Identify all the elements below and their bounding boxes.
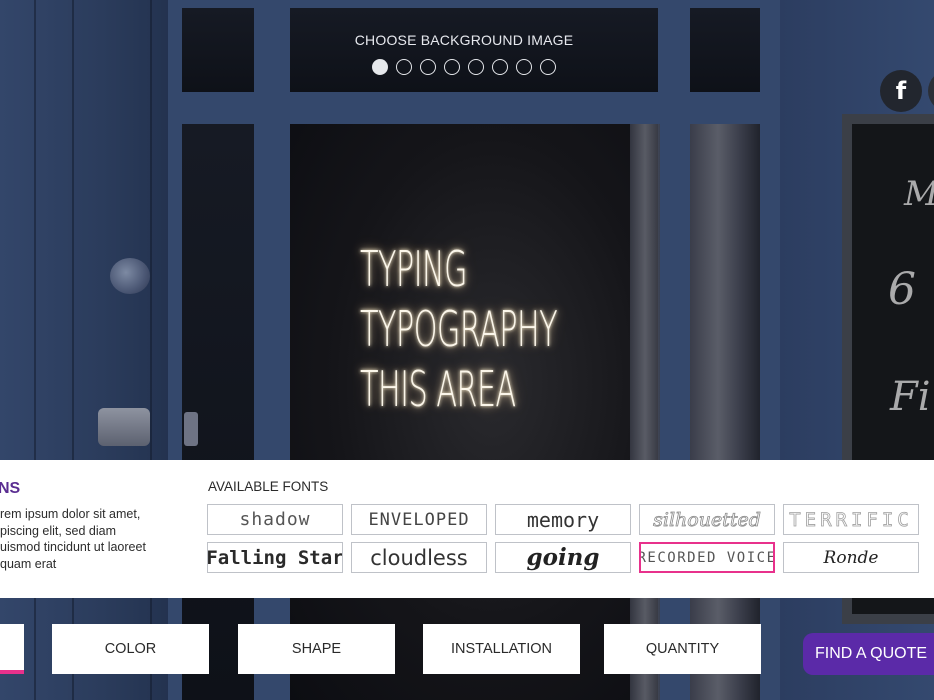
font-option-going[interactable]: going <box>495 542 631 573</box>
font-label: RECORDED VOICE <box>639 549 775 566</box>
description-line: piscing elit, sed diam <box>0 523 117 538</box>
font-label: going <box>526 544 600 571</box>
preview-line: TYPOGRAPHY <box>360 301 558 358</box>
chalkboard-text: Fi <box>890 374 931 420</box>
font-option-recorded-voice[interactable]: RECORDED VOICE <box>639 542 775 573</box>
font-option-cloudless[interactable]: cloudless <box>351 542 487 573</box>
background-option-dot[interactable] <box>516 59 532 75</box>
fonts-panel: NS rem ipsum dolor sit amet, piscing eli… <box>0 460 934 598</box>
background-option-dot[interactable] <box>420 59 436 75</box>
tab-installation[interactable]: INSTALLATION <box>423 624 580 674</box>
available-fonts-title: AVAILABLE FONTS <box>208 479 329 494</box>
font-option-terrific[interactable]: TERRIFIC <box>783 504 919 535</box>
font-label: silhouetted <box>653 508 762 531</box>
door-knob <box>110 258 150 294</box>
font-option-enveloped[interactable]: ENVELOPED <box>351 504 487 535</box>
tab-quantity[interactable]: QUANTITY <box>604 624 761 674</box>
font-label: Falling Star <box>207 546 343 569</box>
background-option-dot[interactable] <box>540 59 556 75</box>
font-label: TERRIFIC <box>789 508 913 531</box>
tab-fonts-active[interactable] <box>0 624 24 674</box>
tab-color[interactable]: COLOR <box>52 624 209 674</box>
font-label: Ronde <box>823 547 879 568</box>
background-option-dot[interactable] <box>396 59 412 75</box>
door-latch <box>98 408 150 446</box>
preview-line: THIS AREA <box>360 361 516 418</box>
door-hinge <box>184 412 198 446</box>
background-option-dot[interactable] <box>372 59 388 75</box>
font-option-ronde[interactable]: Ronde <box>783 542 919 573</box>
background-dots <box>300 59 628 75</box>
background-option-dot[interactable] <box>492 59 508 75</box>
font-label: memory <box>526 507 600 532</box>
background-option-dot[interactable] <box>444 59 460 75</box>
font-option-memory[interactable]: memory <box>495 504 631 535</box>
font-option-shadow[interactable]: shadow <box>207 504 343 535</box>
font-label: shadow <box>239 509 311 530</box>
font-grid: shadow ENVELOPED memory silhouetted TERR… <box>207 504 934 573</box>
font-option-falling-star[interactable]: Falling Star <box>207 542 343 573</box>
panel-heading: NS <box>0 480 21 497</box>
background-chooser: CHOOSE BACKGROUND IMAGE <box>300 32 628 75</box>
chalkboard-text: 6 <box>888 264 916 315</box>
panel-description: rem ipsum dolor sit amet, piscing elit, … <box>0 506 180 572</box>
facebook-share-button[interactable]: f <box>880 70 922 112</box>
description-line: uismod tincidunt ut laoreet <box>0 540 146 554</box>
font-label: cloudless <box>370 545 468 570</box>
description-line: quam erat <box>0 556 57 571</box>
background-chooser-title: CHOOSE BACKGROUND IMAGE <box>354 32 574 48</box>
preview-line: TYPING <box>360 241 468 298</box>
find-a-quote-button[interactable]: FIND A QUOTE <box>803 633 934 675</box>
chalkboard-text: M <box>904 174 934 214</box>
background-option-dot[interactable] <box>468 59 484 75</box>
tab-shape[interactable]: SHAPE <box>238 624 395 674</box>
description-line: rem ipsum dolor sit amet, <box>0 507 141 521</box>
text-preview: TYPING TYPOGRAPHY THIS AREA <box>360 240 678 420</box>
font-option-silhouetted[interactable]: silhouetted <box>639 504 775 535</box>
font-label: ENVELOPED <box>368 509 470 530</box>
facebook-icon: f <box>895 77 907 105</box>
